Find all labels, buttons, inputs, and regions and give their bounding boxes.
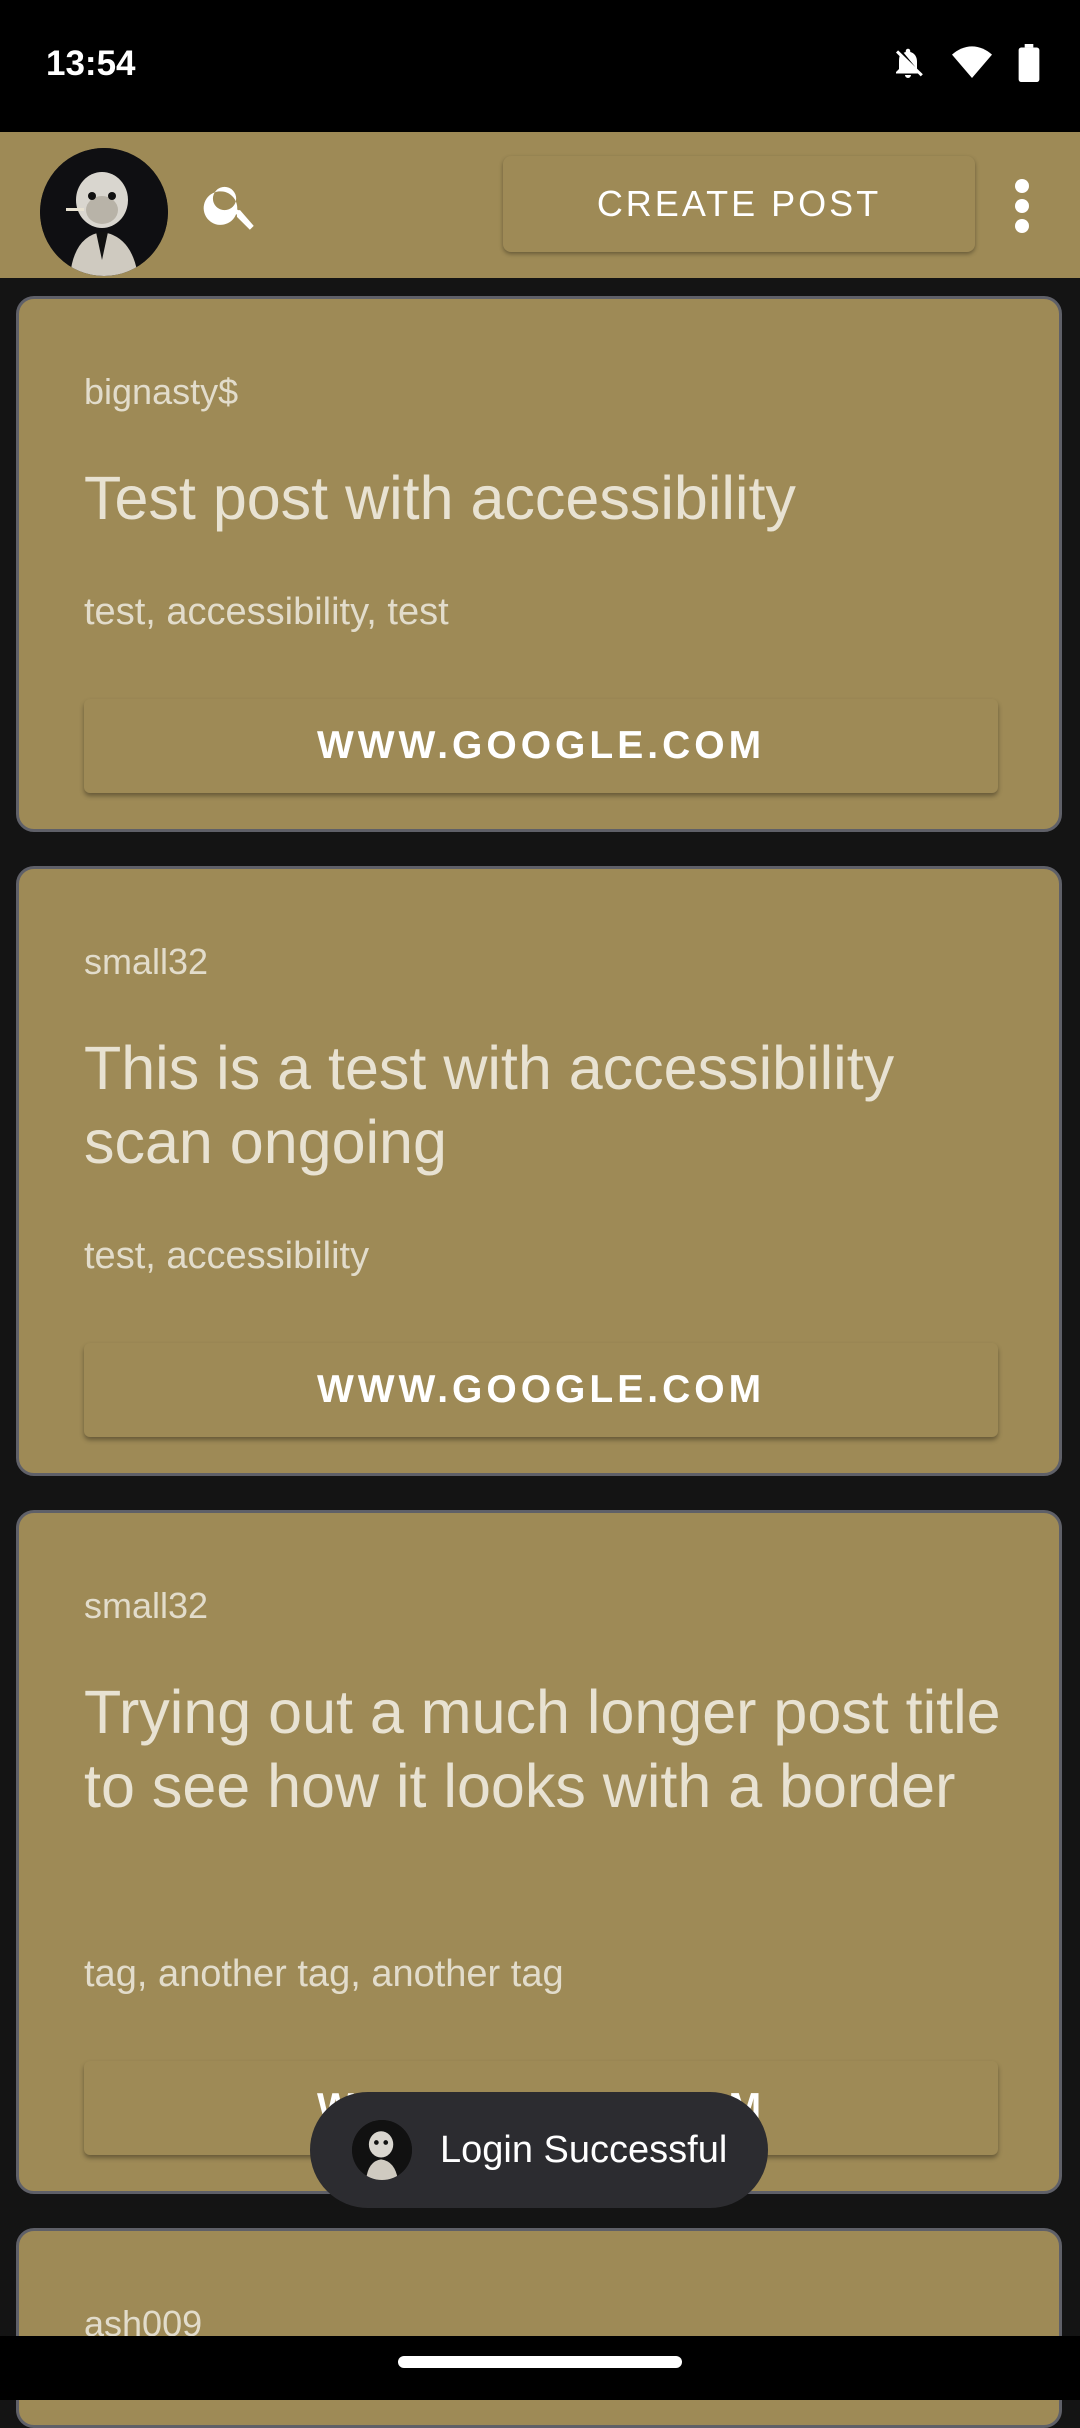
more-options-button[interactable] — [1002, 176, 1042, 236]
bell-off-icon — [890, 45, 926, 81]
create-post-button[interactable]: CREATE POST — [503, 156, 975, 252]
post-username[interactable]: small32 — [84, 1585, 208, 1627]
app-bar: CREATE POST — [0, 132, 1080, 278]
status-time: 13:54 — [46, 44, 136, 83]
post-username[interactable]: bignasty$ — [84, 371, 238, 413]
post-link-button[interactable]: WWW.GOOGLE.COM — [84, 1343, 998, 1437]
toast-message: Login Successful — [310, 2092, 768, 2208]
post-username[interactable]: small32 — [84, 941, 208, 983]
post-title: This is a test with accessibility scan o… — [84, 1034, 895, 1176]
post-card[interactable]: bignasty$ Test post with accessibility t… — [16, 296, 1062, 832]
status-icons — [890, 44, 1040, 82]
monkey-avatar-icon[interactable] — [40, 148, 168, 276]
post-tags: test, accessibility, test — [84, 591, 449, 633]
post-link-button[interactable]: WWW.GOOGLE.COM — [84, 699, 998, 793]
more-vert-icon — [1002, 179, 1042, 240]
battery-icon — [1018, 44, 1040, 82]
home-handle[interactable] — [398, 2356, 682, 2368]
post-tags: tag, another tag, another tag — [84, 1953, 564, 1995]
search-button[interactable] — [200, 174, 262, 236]
post-tags: test, accessibility — [84, 1235, 370, 1277]
wifi-icon — [952, 46, 992, 80]
gesture-nav-bar — [0, 2336, 1080, 2400]
post-title: Test post with accessibility — [84, 464, 796, 532]
status-bar: 13:54 — [0, 0, 1080, 132]
toast-text: Login Successful — [440, 2128, 728, 2171]
app-logo-icon — [352, 2120, 412, 2180]
post-title: Trying out a much longer post title to s… — [84, 1678, 1001, 1820]
post-card[interactable]: small32 This is a test with accessibilit… — [16, 866, 1062, 1476]
search-icon — [200, 186, 262, 240]
